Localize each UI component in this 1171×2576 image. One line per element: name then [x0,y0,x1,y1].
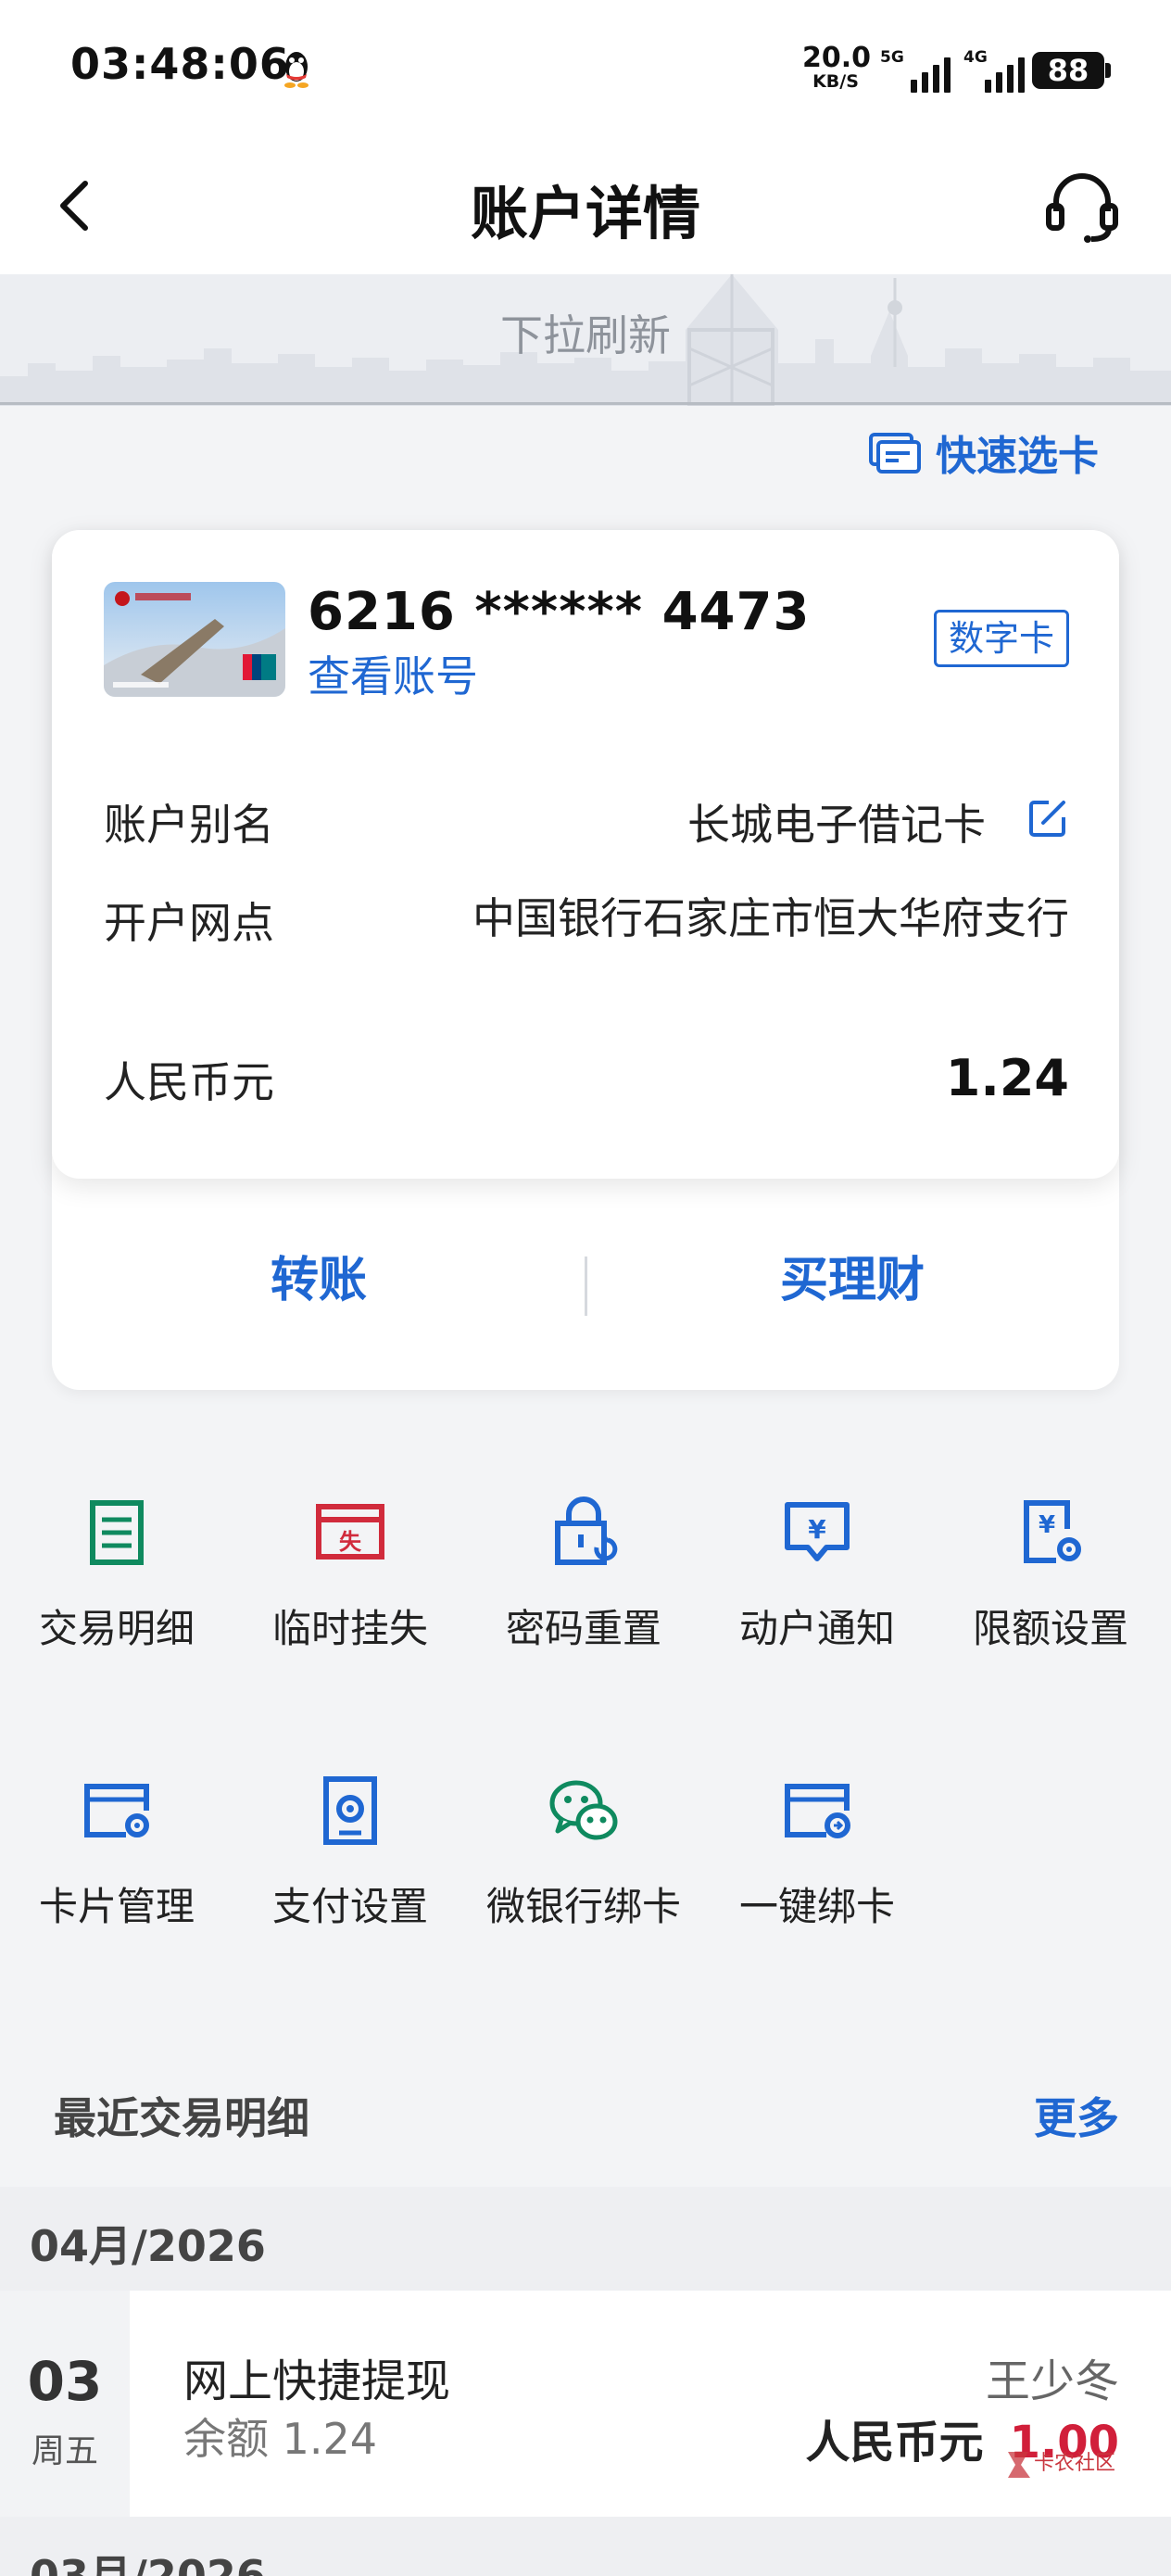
password-lock-icon [555,1496,618,1565]
pull-refresh-banner: 下拉刷新 [0,274,1171,406]
qq-penguin-icon [284,52,308,88]
balance-row: 人民币元 1.24 [104,1049,1069,1110]
watermark-text: 卡农社区 [1034,2452,1116,2475]
recent-transactions-title: 最近交易明细 [54,2093,309,2143]
signal-4g-label: 4G [963,48,988,67]
func-label: 一键绑卡 [738,1884,895,1929]
next-month-header: 03月/2026 [0,2517,1171,2576]
account-info-panel: 6216 ****** 4473 查看账号 数字卡 账户别名 长城电子借记卡 开… [52,530,1119,1179]
alias-label: 账户别名 [104,800,274,850]
battery-icon: 88 [1032,52,1104,89]
branch-label: 开户网点 [104,898,274,948]
card-stack-icon [869,433,921,474]
func-label: 密码重置 [505,1606,661,1651]
list-icon [90,1500,144,1565]
svg-text:¥: ¥ [808,1514,826,1545]
yuan-settings-icon: ¥ [1024,1500,1081,1563]
func-transaction-details[interactable]: 交易明细 [0,1496,233,1681]
signal-5g-icon: 5G [876,48,951,93]
func-label: 支付设置 [271,1884,428,1929]
func-limit-settings[interactable]: ¥ 限额设置 [934,1496,1167,1681]
transaction-day: 03 [27,2350,103,2413]
func-label: 限额设置 [972,1606,1128,1651]
quick-select-label: 快速选卡 [936,433,1099,480]
net-speed-unit: KB/S [812,71,859,92]
status-time: 03:48:06 [70,39,290,89]
func-label: 动户通知 [738,1606,895,1651]
currency-label: 人民币元 [104,1057,274,1107]
func-one-click-bind-card[interactable]: 一键绑卡 [700,1774,934,1959]
next-month-label: 03月/2026 [30,2551,266,2576]
banner-divider [0,402,1171,405]
func-label: 微银行绑卡 [485,1884,681,1929]
masked-card-number: 6216 ****** 4473 [308,582,811,642]
balance-value: 1.24 [945,1049,1069,1107]
month-header: 04月/2026 [0,2187,1171,2291]
network-speed: 20.0 KB/S [802,42,872,92]
signal-5g-label: 5G [880,48,904,67]
pay-settings-icon [323,1776,377,1845]
branch-row: 开户网点 中国银行石家庄市恒大华府支行 [104,890,1069,1001]
view-account-link[interactable]: 查看账号 [308,643,478,704]
card-gear-icon [84,1784,149,1837]
func-label: 临时挂失 [271,1606,428,1651]
branch-value: 中国银行石家庄市恒大华府支行 [472,893,1069,943]
func-label: 交易明细 [38,1606,195,1651]
func-payment-settings[interactable]: 支付设置 [233,1774,467,1959]
card-link-icon [785,1784,850,1838]
func-account-activity-notice[interactable]: ¥ 动户通知 [700,1496,934,1681]
transfer-button[interactable]: 转账 [52,1234,586,1327]
headset-support-icon[interactable] [1036,159,1128,252]
func-wechat-bank-binding[interactable]: 微银行绑卡 [467,1774,700,1959]
transaction-weekday: 周五 [31,2432,98,2470]
alias-value: 长城电子借记卡 [687,800,986,850]
signal-4g-icon: 4G [960,48,1025,93]
yuan-notice-icon: ¥ [785,1502,850,1561]
func-temporary-loss-report[interactable]: 失 临时挂失 [233,1496,467,1681]
account-card: 6216 ****** 4473 查看账号 数字卡 账户别名 长城电子借记卡 开… [52,530,1119,1390]
func-password-reset[interactable]: 密码重置 [467,1496,700,1681]
svg-text:¥: ¥ [1039,1511,1055,1539]
page-title: 账户详情 [470,180,700,247]
battery-tip [1105,63,1111,78]
wechat-icon [549,1780,618,1840]
month-label: 04月/2026 [30,2221,266,2271]
func-label: 卡片管理 [38,1884,195,1929]
transaction-currency: 人民币元 [805,2417,984,2469]
alias-row: 账户别名 长城电子借记卡 [104,791,1069,850]
net-speed-value: 20.0 [802,42,872,74]
digital-card-badge: 数字卡 [934,610,1069,667]
svg-text:失: 失 [339,1529,362,1555]
transaction-row[interactable]: 03 周五 网上快捷提现 余额 1.24 王少冬 人民币元 1.00 [0,2291,1171,2517]
transaction-counterparty: 王少冬 [985,2355,1119,2407]
transaction-date: 03 周五 [0,2291,130,2517]
top-header: 账户详情 [0,139,1171,274]
buy-finance-button[interactable]: 买理财 [586,1234,1119,1327]
lost-card-icon: 失 [316,1504,384,1559]
more-link[interactable]: 更多 [1034,2085,1119,2146]
quick-select-card-button[interactable]: 快速选卡 [867,423,1099,482]
transaction-title: 网上快捷提现 [183,2355,451,2407]
transaction-balance: 余额 1.24 [183,2414,378,2464]
bank-card-thumbnail [104,582,285,697]
edit-icon[interactable] [1026,797,1069,840]
status-bar: 03:48:06 20.0 KB/S 5G 4G 88 [0,0,1171,139]
pull-refresh-text: 下拉刷新 [500,310,671,360]
func-card-management[interactable]: 卡片管理 [0,1774,233,1959]
